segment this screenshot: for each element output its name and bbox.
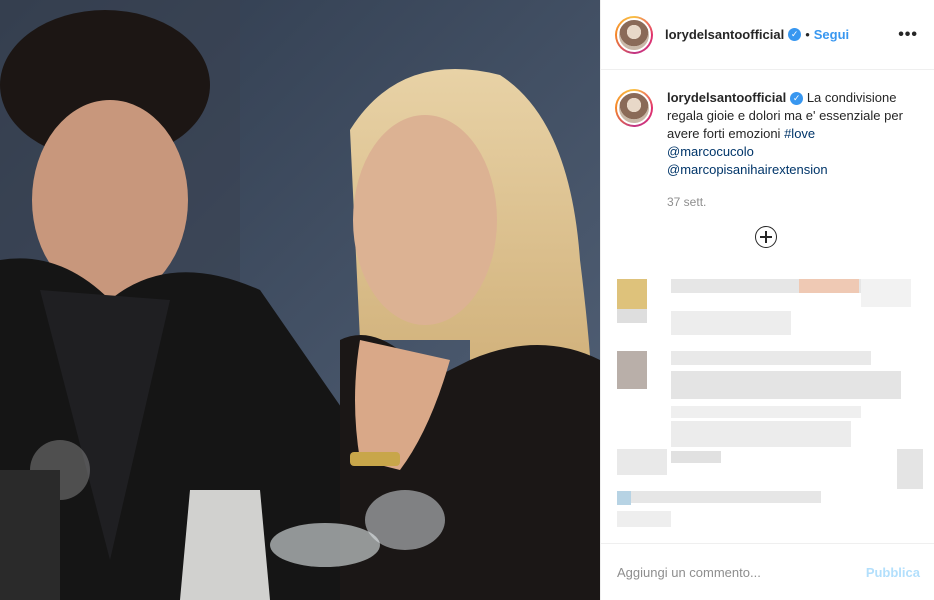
avatar-image xyxy=(617,17,651,52)
plus-circle-icon[interactable] xyxy=(755,226,777,248)
blurred-comment-line xyxy=(897,449,923,489)
publish-button[interactable]: Pubblica xyxy=(866,565,920,580)
blurred-comment-line xyxy=(861,279,911,307)
blurred-comment-line xyxy=(671,421,851,447)
blurred-comment-line xyxy=(671,406,861,418)
blurred-avatar xyxy=(617,491,631,505)
verified-badge-icon: ✓ xyxy=(788,28,802,41)
follow-button[interactable]: Segui xyxy=(814,27,849,42)
verified-badge-icon: ✓ xyxy=(790,92,804,106)
blurred-comment-line xyxy=(671,311,791,335)
comment-input[interactable]: Aggiungi un commento... xyxy=(617,565,866,580)
blurred-avatar xyxy=(617,279,647,309)
blurred-avatar xyxy=(617,351,647,389)
caption-avatar[interactable] xyxy=(615,89,653,127)
post-side-panel: lorydelsantoofficial ✓ • Segui ••• loryd… xyxy=(600,0,934,600)
more-options-icon[interactable]: ••• xyxy=(898,26,918,44)
avatar-image xyxy=(617,91,651,125)
post-header: lorydelsantoofficial ✓ • Segui ••• xyxy=(601,0,934,70)
username-link[interactable]: lorydelsantoofficial xyxy=(665,27,784,42)
mention-link[interactable]: @marcocucolo xyxy=(667,144,754,159)
caption-username-link[interactable]: lorydelsantoofficial xyxy=(667,90,786,105)
comment-composer: Aggiungi un commento... Pubblica xyxy=(601,543,934,600)
mention-link[interactable]: @marcopisanihairextension xyxy=(667,162,828,177)
caption-body: lorydelsantoofficial ✓ La condivisione re… xyxy=(667,89,907,211)
blurred-comment-line xyxy=(671,351,871,365)
blurred-comment-line xyxy=(671,451,721,463)
blurred-comment-line xyxy=(617,309,647,323)
blurred-comment-line xyxy=(631,491,821,503)
blurred-comment-line xyxy=(799,279,859,293)
hashtag-link[interactable]: #love xyxy=(784,126,815,141)
blurred-comment-line xyxy=(617,449,667,475)
avatar[interactable] xyxy=(615,15,653,54)
post-image xyxy=(0,0,600,600)
separator-dot: • xyxy=(805,27,810,42)
post-timestamp[interactable]: 37 sett. xyxy=(667,193,907,211)
post-photo[interactable] xyxy=(0,0,600,600)
blurred-comment-line xyxy=(671,371,901,399)
caption: lorydelsantoofficial ✓ La condivisione re… xyxy=(601,71,934,211)
comments-section[interactable]: lorydelsantoofficial ✓ La condivisione re… xyxy=(601,71,934,543)
blurred-comment-line xyxy=(617,511,671,527)
